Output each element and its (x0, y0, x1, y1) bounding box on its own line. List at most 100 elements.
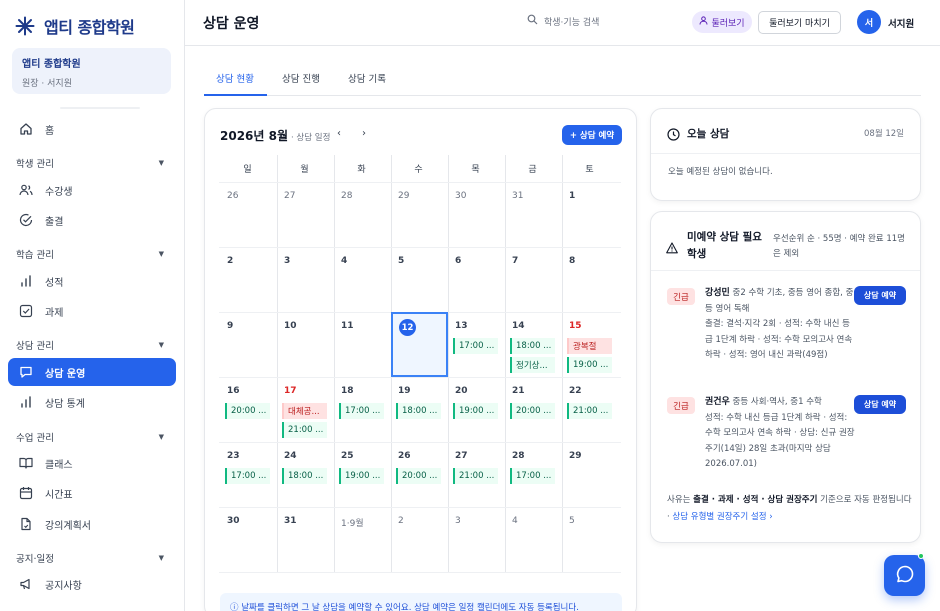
calendar-day[interactable]: 31 (276, 507, 333, 572)
calendar-day[interactable]: 30 (447, 182, 504, 247)
calendar-day[interactable]: 28 (333, 182, 390, 247)
sidebar-item-grades[interactable]: 성적 (8, 267, 176, 295)
org-card[interactable]: 앱티 종합학원 원장 · 서지원 (12, 48, 171, 94)
counsel-event[interactable]: 21:00 ... (453, 468, 498, 484)
calendar-day[interactable]: 15 광복절 19:00 ... (561, 312, 618, 377)
calendar-day[interactable]: 29 (390, 182, 447, 247)
sidebar-item-assignments[interactable]: 과제 (8, 297, 176, 325)
calendar-day[interactable]: 31 (504, 182, 561, 247)
calendar-day[interactable]: 16 20:00 ... (219, 377, 276, 442)
prev-month-button[interactable]: ‹ (337, 128, 341, 139)
calendar-day[interactable]: 23 17:00 ... (219, 442, 276, 507)
calendar-day[interactable]: 3 (276, 247, 333, 312)
tab-counsel-progress[interactable]: 상담 진행 (282, 71, 320, 85)
counsel-event[interactable]: 20:00 ... (396, 468, 441, 484)
calendar-day-today[interactable]: 12 (391, 312, 448, 377)
counsel-event[interactable]: 17:00 ... (225, 468, 270, 484)
org-name: 앱티 종합학원 (22, 59, 81, 70)
calendar-day[interactable]: 21 20:00 ... (504, 377, 561, 442)
sidebar-item-home[interactable]: 홈 (8, 115, 176, 143)
sidebar-section-counsel[interactable]: 상담 관리 ▼ (16, 338, 164, 352)
calendar-day[interactable]: 20 19:00 ... (447, 377, 504, 442)
counsel-event[interactable]: 20:00 ... (510, 403, 555, 419)
calendar-day[interactable]: 5 (390, 247, 447, 312)
stop-preview-button[interactable]: 둘러보기 마치기 (758, 11, 841, 34)
counsel-event[interactable]: 21:00 ... (567, 403, 612, 419)
sidebar-item-timetable[interactable]: 시간표 (8, 479, 176, 507)
counsel-event[interactable]: 18:00 ... (282, 468, 327, 484)
calendar-day[interactable]: 26 20:00 ... (390, 442, 447, 507)
calendar-day[interactable]: 19 18:00 ... (390, 377, 447, 442)
sidebar-item-syllabus[interactable]: 강의계획서 (8, 510, 176, 538)
calendar-day[interactable]: 18 17:00 ... (333, 377, 390, 442)
calendar-day[interactable]: 24 18:00 ... (276, 442, 333, 507)
calendar-day[interactable]: 14 18:00 ... 정기상... (504, 312, 561, 377)
tab-counsel-status[interactable]: 상담 현황 (216, 71, 254, 85)
calendar-day[interactable]: 25 19:00 ... (333, 442, 390, 507)
sidebar-divider (60, 107, 140, 109)
sidebar-section-class[interactable]: 수업 관리 ▼ (16, 430, 164, 444)
counsel-event[interactable]: 19:00 ... (339, 468, 384, 484)
calendar-day[interactable]: 1 (561, 182, 618, 247)
counsel-event[interactable]: 21:00 ... (282, 422, 327, 438)
day-number: 3 (284, 256, 291, 266)
calendar-day[interactable]: 10 (276, 312, 333, 377)
calendar-day[interactable]: 2 (219, 247, 276, 312)
book-counsel-button[interactable]: 상담 예약 (854, 286, 906, 305)
book-counsel-button[interactable]: 상담 예약 (854, 395, 906, 414)
counsel-event[interactable]: 19:00 ... (453, 403, 498, 419)
sidebar-item-students[interactable]: 수강생 (8, 176, 176, 204)
calendar-day[interactable]: 4 (504, 507, 561, 572)
user-name[interactable]: 서지원 (888, 16, 914, 30)
add-counsel-button[interactable]: + 상담 예약 (562, 125, 622, 145)
sidebar-section-learning[interactable]: 학습 관리 ▼ (16, 247, 164, 261)
calendar-day[interactable]: 13 17:00 ... (447, 312, 504, 377)
chat-fab-button[interactable] (884, 555, 925, 596)
counsel-event[interactable]: 18:00 ... (510, 338, 555, 354)
calendar-day[interactable]: 1·9월 (333, 507, 390, 572)
calendar-day[interactable]: 30 (219, 507, 276, 572)
student-name[interactable]: 권건우 (705, 397, 730, 407)
calendar-day[interactable]: 22 21:00 ... (561, 377, 618, 442)
tab-counsel-records[interactable]: 상담 기록 (348, 71, 386, 85)
calendar-day[interactable]: 6 (447, 247, 504, 312)
sidebar-item-label: 홈 (45, 125, 55, 137)
sidebar-section-student[interactable]: 학생 관리 ▼ (16, 156, 164, 170)
calendar-day[interactable]: 27 (276, 182, 333, 247)
calendar-day[interactable]: 29 (561, 442, 618, 507)
logo[interactable]: 앱티 종합학원 (14, 14, 135, 38)
cycle-settings-link[interactable]: 상담 유형별 권장주기 설정 › (672, 512, 772, 522)
next-month-button[interactable]: › (362, 128, 366, 139)
day-number: 24 (284, 451, 297, 461)
calendar-day[interactable]: 7 (504, 247, 561, 312)
calendar-day[interactable]: 27 21:00 ... (447, 442, 504, 507)
student-name[interactable]: 강성민 (705, 288, 730, 298)
counsel-event[interactable]: 19:00 ... (567, 357, 612, 373)
sidebar-item-notices[interactable]: 공지사항 (8, 570, 176, 598)
preview-button[interactable]: 둘러보기 (692, 11, 752, 33)
calendar-day[interactable]: 5 (561, 507, 618, 572)
counsel-event[interactable]: 18:00 ... (396, 403, 441, 419)
counsel-event[interactable]: 17:00 ... (453, 338, 498, 354)
counsel-event[interactable]: 정기상... (510, 357, 555, 373)
search-input[interactable]: 학생·기능 검색 (527, 14, 599, 28)
counsel-event[interactable]: 20:00 ... (225, 403, 270, 419)
calendar-day[interactable]: 2 (390, 507, 447, 572)
counsel-event[interactable]: 17:00 ... (510, 468, 555, 484)
calendar-day[interactable]: 17 대체공... 21:00 ... (276, 377, 333, 442)
counsel-event[interactable]: 17:00 ... (339, 403, 384, 419)
active-tab-indicator (204, 94, 267, 96)
sidebar-section-notice[interactable]: 공지·일정 ▼ (16, 551, 164, 565)
calendar-day[interactable]: 3 (447, 507, 504, 572)
calendar-day[interactable]: 9 (219, 312, 276, 377)
sidebar-item-counsel-ops[interactable]: 상담 운영 (8, 358, 176, 386)
avatar[interactable]: 서 (857, 10, 881, 34)
sidebar-item-attendance[interactable]: 출결 (8, 206, 176, 234)
sidebar-item-classes[interactable]: 클래스 (8, 449, 176, 477)
sidebar-item-counsel-stats[interactable]: 상담 통계 (8, 388, 176, 416)
calendar-day[interactable]: 11 (333, 312, 390, 377)
calendar-day[interactable]: 28 17:00 ... (504, 442, 561, 507)
calendar-day[interactable]: 4 (333, 247, 390, 312)
calendar-day[interactable]: 8 (561, 247, 618, 312)
calendar-day[interactable]: 26 (219, 182, 276, 247)
